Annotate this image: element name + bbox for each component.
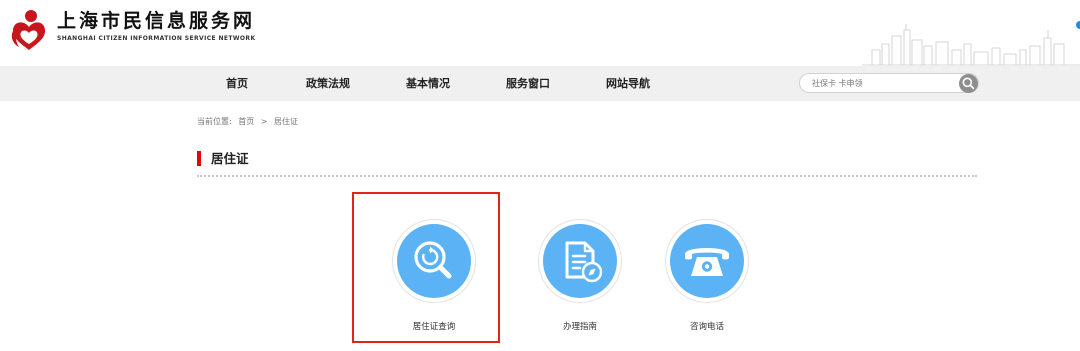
icon-circle xyxy=(543,224,617,298)
search-input[interactable] xyxy=(812,75,952,91)
document-compass-icon xyxy=(565,241,603,283)
nav-item-service-window[interactable]: 服务窗口 xyxy=(506,66,550,101)
site-header: 上海市民信息服务网 SHANGHAI CITIZEN INFORMATION S… xyxy=(0,0,1080,66)
search-button[interactable] xyxy=(959,74,978,93)
section-title: 居住证 xyxy=(211,151,249,166)
breadcrumb-separator: > xyxy=(260,117,268,126)
service-card-label: 咨询电话 xyxy=(689,322,724,332)
search-icon xyxy=(962,77,975,90)
service-card-hotline[interactable]: 咨询电话 xyxy=(662,219,752,334)
search-box xyxy=(799,73,979,93)
side-float-dot[interactable] xyxy=(1076,21,1080,29)
breadcrumb-prefix: 当前位置: xyxy=(197,117,232,126)
city-skyline-illustration xyxy=(862,24,1080,66)
breadcrumb: 当前位置: 首页 > 居住证 xyxy=(197,116,302,127)
site-subtitle: SHANGHAI CITIZEN INFORMATION SERVICE NET… xyxy=(57,35,256,42)
nav-item-site-nav[interactable]: 网站导航 xyxy=(606,66,650,101)
section-title-marker xyxy=(197,151,201,166)
nav-item-basic-info[interactable]: 基本情况 xyxy=(406,66,450,101)
telephone-icon xyxy=(685,248,729,276)
service-card-label: 办理指南 xyxy=(562,322,597,332)
site-logo-icon[interactable] xyxy=(9,9,49,51)
highlight-frame xyxy=(352,192,500,343)
breadcrumb-home-link[interactable]: 首页 xyxy=(238,117,254,126)
breadcrumb-current: 居住证 xyxy=(274,117,299,126)
section-divider xyxy=(197,175,977,177)
service-card-guide[interactable]: 办理指南 xyxy=(535,219,625,334)
nav-item-home[interactable]: 首页 xyxy=(226,66,248,101)
site-title: 上海市民信息服务网 xyxy=(57,10,256,32)
icon-circle xyxy=(670,224,744,298)
nav-item-policies[interactable]: 政策法规 xyxy=(306,66,350,101)
page: 上海市民信息服务网 SHANGHAI CITIZEN INFORMATION S… xyxy=(0,0,1080,351)
